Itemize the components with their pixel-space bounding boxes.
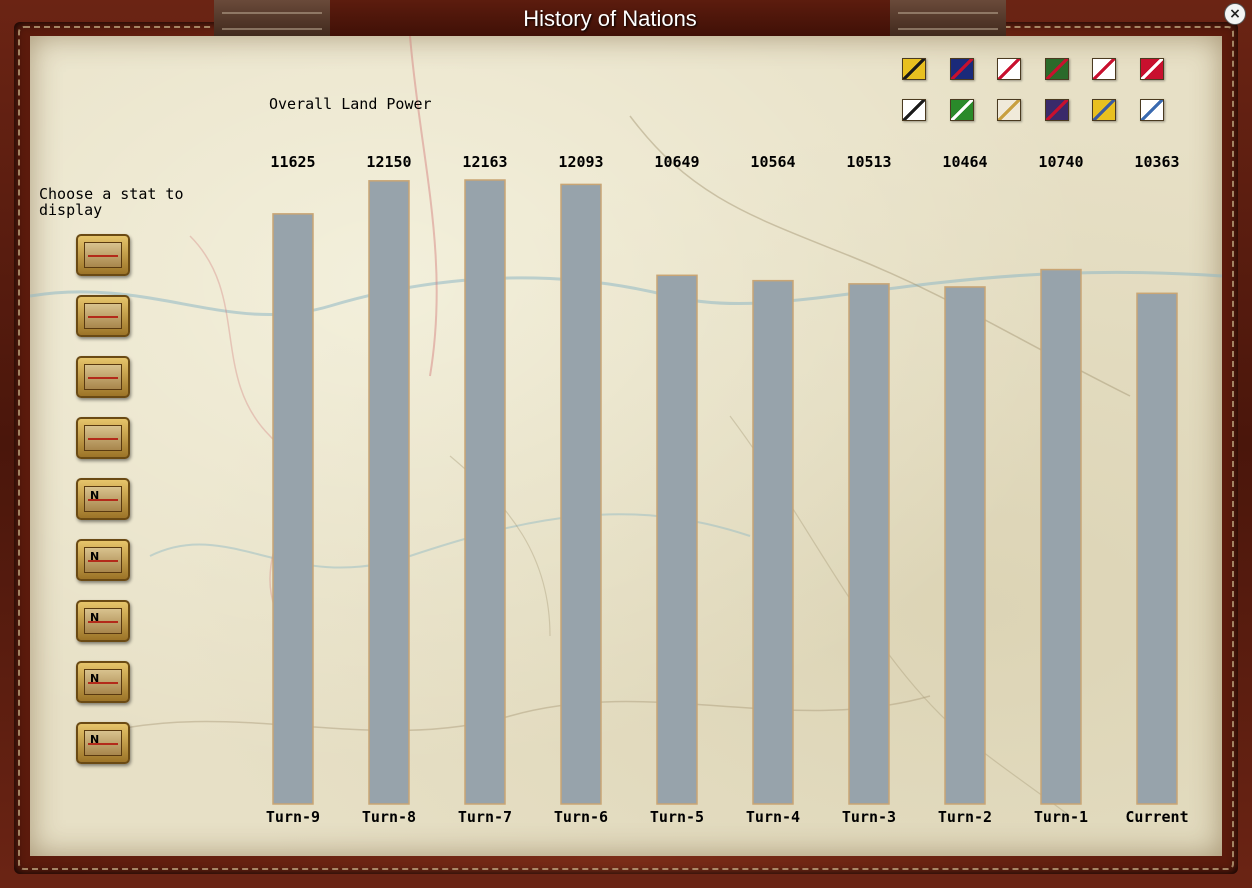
value-label: 10564 [750, 153, 795, 171]
bar-turn-7 [464, 179, 506, 805]
map-parchment: Overall Land Power Choose a stat to disp… [30, 36, 1222, 856]
bar-turn-3 [848, 283, 890, 805]
category-label: Turn-3 [842, 808, 896, 826]
history-window: History of Nations × Overall Land Power … [0, 0, 1252, 888]
value-label: 12150 [366, 153, 411, 171]
bar-turn-8 [368, 180, 410, 805]
value-label: 11625 [270, 153, 315, 171]
category-label: Turn-2 [938, 808, 992, 826]
bar-turn-1 [1040, 268, 1082, 805]
value-label: 10363 [1134, 153, 1179, 171]
value-label: 10740 [1038, 153, 1083, 171]
value-label: 12163 [462, 153, 507, 171]
value-label: 10513 [846, 153, 891, 171]
close-button[interactable]: × [1224, 3, 1246, 25]
category-label: Current [1125, 808, 1188, 826]
value-label: 10464 [942, 153, 987, 171]
category-label: Turn-7 [458, 808, 512, 826]
value-label: 10649 [654, 153, 699, 171]
category-label: Turn-6 [554, 808, 608, 826]
bar-current [1136, 292, 1178, 805]
category-label: Turn-5 [650, 808, 704, 826]
category-label: Turn-4 [746, 808, 800, 826]
bar-turn-2 [944, 286, 986, 805]
value-label: 12093 [558, 153, 603, 171]
bar-turn-6 [560, 183, 602, 805]
bar-chart: 11625 Turn-9 12150 Turn-8 12163 Turn-7 12093 Tu… [266, 153, 1189, 826]
bar-turn-5 [656, 274, 698, 805]
category-label: Turn-1 [1034, 808, 1088, 826]
bar-turn-9 [272, 213, 314, 805]
bar-turn-4 [752, 279, 794, 805]
category-label: Turn-8 [362, 808, 416, 826]
category-label: Turn-9 [266, 808, 320, 826]
window-title: History of Nations [523, 6, 697, 31]
